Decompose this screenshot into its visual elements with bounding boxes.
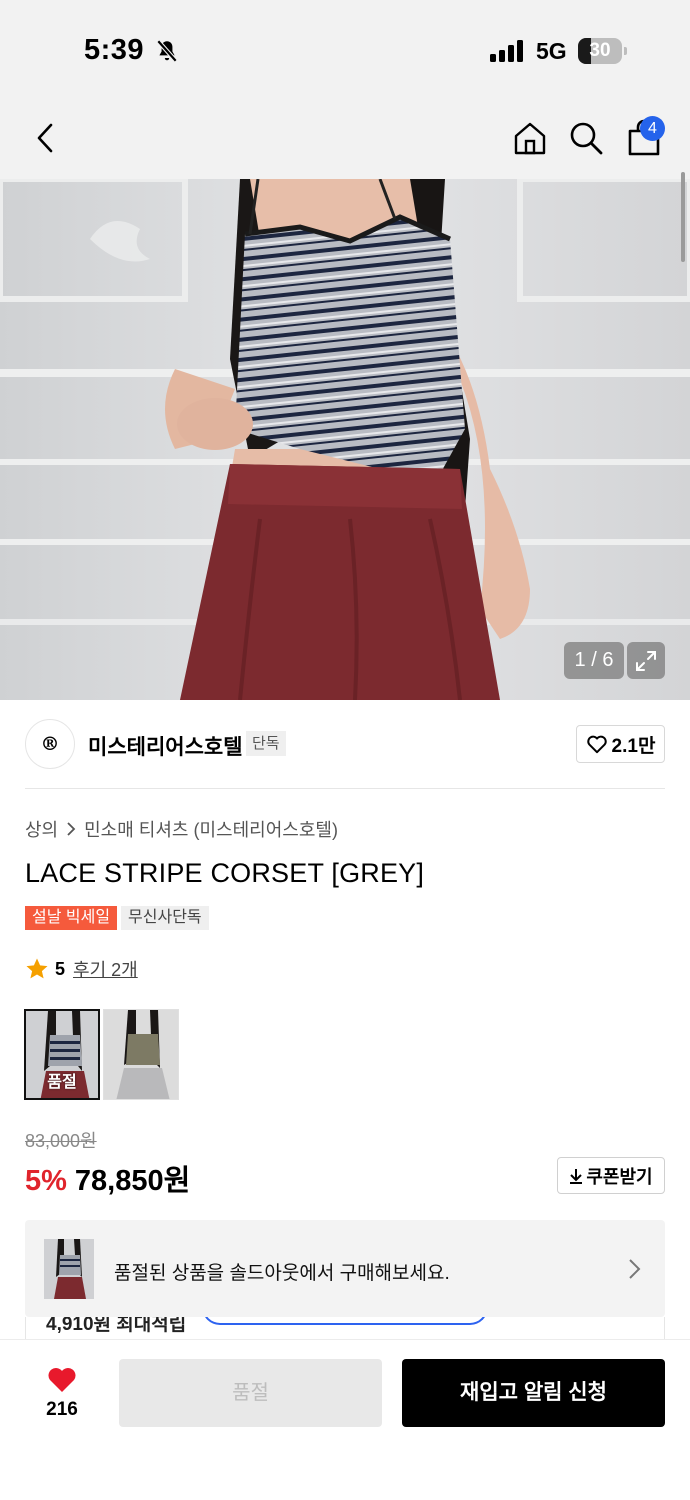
brand-logo[interactable]: ® (25, 719, 75, 769)
heart-outline-icon (586, 735, 607, 754)
restock-alert-button[interactable]: 재입고 알림 신청 (402, 1359, 665, 1427)
exclusive-badge: 무신사단독 (121, 906, 209, 930)
sale-price: 78,850원 (74, 1165, 191, 1197)
battery-icon: 30 (578, 38, 628, 64)
bell-off-icon (156, 39, 178, 63)
network-label: 5G (536, 38, 567, 64)
sale-badge: 설날 빅세일 (25, 906, 118, 930)
wish-count: 216 (46, 1399, 78, 1420)
banner-text: 품절된 상품을 솔드아웃에서 구매해보세요. (114, 1263, 450, 1284)
rating: 5 후기 2개 (25, 956, 138, 982)
price-row: 5% 78,850원 (25, 1157, 190, 1199)
breadcrumb: 상의 민소매 티셔츠 (미스테리어스호텔) (25, 816, 338, 842)
chevron-right-icon (67, 822, 76, 836)
expand-icon[interactable] (627, 642, 665, 679)
soldout-market-banner[interactable]: 품절된 상품을 솔드아웃에서 구매해보세요. (25, 1220, 665, 1317)
color-option-grey[interactable]: 품절 (24, 1009, 100, 1100)
back-icon[interactable] (28, 118, 62, 158)
heart-filled-icon[interactable] (46, 1364, 78, 1394)
original-price: 83,000원 (25, 1131, 97, 1151)
brand-like-count: 2.1만 (611, 735, 656, 757)
points-peek-text: 4,910원 최대적립 (46, 1317, 187, 1335)
brand-name[interactable]: 미스테리어스호텔 (88, 731, 243, 761)
product-image[interactable] (0, 179, 690, 700)
soldout-button[interactable]: 품절 (119, 1359, 382, 1427)
scroll-indicator[interactable] (681, 172, 685, 262)
status-bar: 5:39 5G 30 (0, 0, 690, 100)
coupon-label: 쿠폰받기 (586, 1166, 653, 1187)
divider (25, 788, 665, 789)
discount-rate: 5% (25, 1165, 67, 1197)
partially-hidden-content: 4,910원 최대적립 (0, 1317, 690, 1339)
brand-like-button[interactable]: 2.1만 (576, 725, 665, 763)
battery-level: 30 (589, 40, 611, 61)
star-icon (26, 958, 48, 979)
chevron-right-icon (629, 1259, 641, 1279)
top-nav-bar (0, 100, 690, 179)
breadcrumb-subcategory[interactable]: 민소매 티셔츠 (미스테리어스호텔) (84, 816, 338, 842)
download-icon (570, 1168, 583, 1184)
cart-count-badge: 4 (640, 116, 665, 141)
soldout-label: 품절 (47, 1074, 77, 1091)
banner-product-thumbnail (44, 1239, 94, 1299)
status-time: 5:39 (84, 34, 145, 66)
breadcrumb-category[interactable]: 상의 (25, 816, 58, 842)
color-option-khaki[interactable] (103, 1009, 179, 1100)
product-badges: 설날 빅세일 무신사단독 (25, 906, 209, 930)
points-peek-button (202, 1317, 488, 1325)
home-icon[interactable] (510, 118, 550, 158)
product-title: LACE STRIPE CORSET [GREY] (25, 858, 425, 888)
rating-score: 5 (55, 958, 66, 979)
signal-icon (490, 40, 523, 62)
search-icon[interactable] (566, 118, 606, 158)
exclusive-tag: 단독 (246, 731, 286, 756)
coupon-button[interactable]: 쿠폰받기 (557, 1157, 665, 1194)
review-count-link[interactable]: 후기 2개 (73, 956, 138, 982)
image-counter: 1 / 6 (564, 642, 624, 679)
